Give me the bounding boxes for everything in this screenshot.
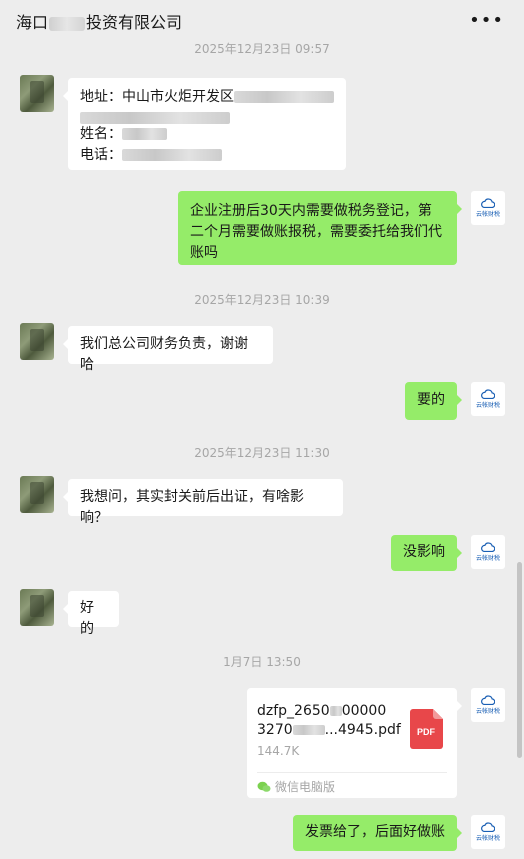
message-bubble-outgoing[interactable]: 发票给了，后面好做账: [293, 815, 462, 851]
message-bubble-incoming[interactable]: 好的: [63, 591, 119, 637]
agent-avatar[interactable]: 云帐财税: [471, 688, 505, 722]
message-bubble-outgoing[interactable]: 没影响: [391, 535, 462, 571]
redacted-text: [49, 16, 86, 31]
pdf-file-icon: PDF: [410, 709, 443, 749]
file-name: dzfp_2650 00000 3270 ...4945.pdf: [257, 703, 401, 738]
chat-header: 海口 投资有限公司 •••: [0, 0, 524, 38]
pdf-label: PDF: [417, 727, 436, 737]
phone-line: 电话：: [80, 145, 334, 166]
timestamp: 2025年12月23日 10:39: [194, 293, 330, 307]
agent-avatar[interactable]: 云帐财税: [471, 382, 505, 416]
file-size: 144.7K: [257, 744, 300, 758]
chat-title-prefix: 海口: [16, 13, 49, 32]
agent-avatar[interactable]: 云帐财税: [471, 191, 505, 225]
file-source: 微信电脑版: [257, 778, 335, 795]
chat-title: 海口 投资有限公司: [16, 9, 182, 33]
contact-avatar[interactable]: [20, 476, 54, 513]
more-options-button[interactable]: •••: [469, 10, 504, 31]
agent-avatar[interactable]: 云帐财税: [471, 815, 505, 849]
address-line: 地址：中山市火炬开发区: [80, 87, 334, 108]
message-bubble-address[interactable]: 地址：中山市火炬开发区 姓名： 电话：: [63, 78, 346, 170]
message-bubble-incoming[interactable]: 我们总公司财务负责，谢谢哈: [63, 326, 273, 373]
contact-avatar[interactable]: [20, 323, 54, 360]
redacted-text: [122, 149, 222, 161]
redacted-text: [292, 725, 325, 735]
wechat-icon: [257, 781, 271, 792]
contact-avatar[interactable]: [20, 589, 54, 626]
cloud-logo-icon: [481, 389, 495, 399]
redacted-text: [80, 112, 230, 124]
timestamp: 2025年12月23日 11:30: [194, 446, 330, 460]
timestamp: 1月7日 13:50: [223, 655, 301, 669]
redacted-text: [122, 128, 167, 140]
file-message-card[interactable]: dzfp_2650 00000 3270 ...4945.pdf 144.7K PD…: [247, 688, 462, 798]
redacted-text: [329, 706, 342, 716]
scrollbar-thumb[interactable]: [517, 562, 522, 758]
message-bubble-outgoing[interactable]: 企业注册后30天内需要做税务登记，第二个月需要做账报税，需要委托给我们代账吗: [178, 191, 462, 265]
contact-avatar[interactable]: [20, 75, 54, 112]
chat-title-suffix: 投资有限公司: [86, 13, 183, 32]
divider: [257, 772, 447, 773]
cloud-logo-icon: [481, 542, 495, 552]
redacted-text: [234, 91, 334, 103]
agent-avatar[interactable]: 云帐财税: [471, 535, 505, 569]
message-bubble-outgoing[interactable]: 要的: [405, 382, 462, 420]
name-line: 姓名：: [80, 124, 334, 145]
message-bubble-incoming[interactable]: 我想问，其实封关前后出证，有啥影响？: [63, 479, 343, 526]
cloud-logo-icon: [481, 822, 495, 832]
cloud-logo-icon: [481, 198, 495, 208]
cloud-logo-icon: [481, 695, 495, 705]
timestamp: 2025年12月23日 09:57: [194, 42, 330, 56]
